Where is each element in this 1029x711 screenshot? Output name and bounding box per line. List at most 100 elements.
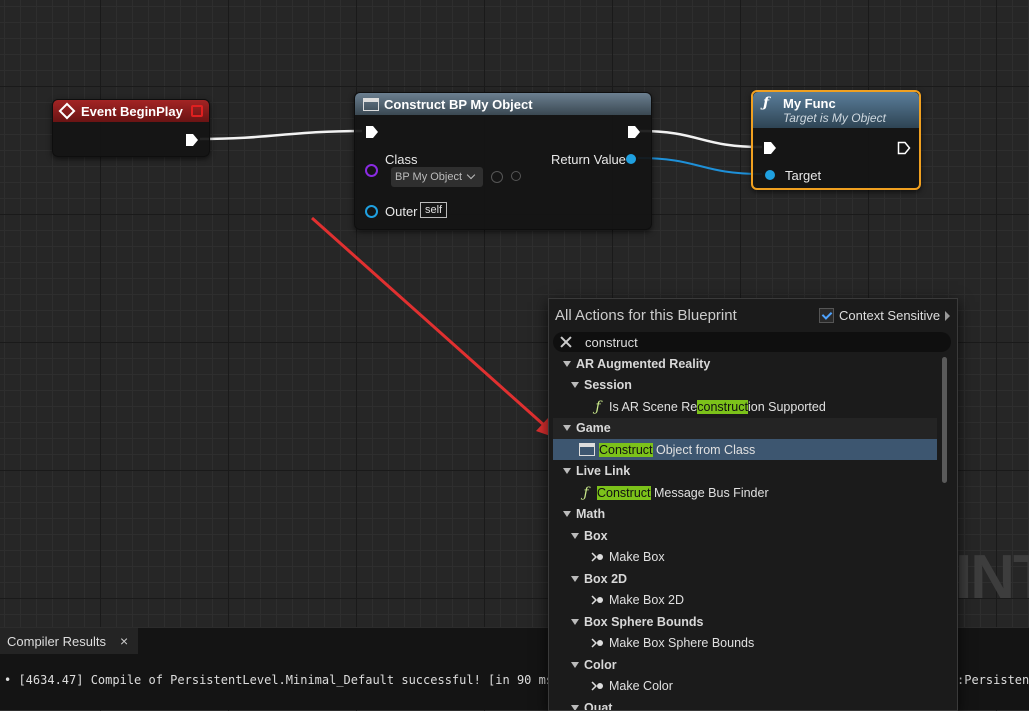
expand-triangle-icon[interactable]: [563, 511, 571, 517]
target-pin-label: Target: [785, 168, 821, 183]
category-label: Live Link: [576, 464, 630, 478]
exec-out-pin[interactable]: [897, 141, 911, 160]
bullet: •: [4, 673, 18, 687]
compiler-message: [4634.47] Compile of PersistentLevel.Min…: [18, 673, 560, 687]
outer-value-box[interactable]: self: [420, 202, 447, 218]
outer-pin-icon[interactable]: [365, 205, 378, 218]
context-sensitive-toggle[interactable]: Context Sensitive: [819, 308, 950, 323]
function-icon: ƒ: [579, 485, 593, 501]
class-icon: [363, 98, 379, 111]
expand-triangle-icon[interactable]: [571, 705, 579, 711]
action-label-pre: Make Box: [609, 550, 665, 564]
func-node-header: ƒ My Func Target is My Object: [753, 92, 919, 128]
object-wire: [638, 158, 762, 174]
action-label: Make Box 2D: [609, 593, 684, 607]
category-label: Session: [584, 378, 632, 392]
function-icon: ƒ: [763, 95, 769, 111]
expand-triangle-icon[interactable]: [571, 662, 579, 668]
action-row[interactable]: Make Box Sphere Bounds: [553, 633, 937, 654]
use-selected-icon[interactable]: [491, 171, 503, 183]
expand-triangle-icon[interactable]: [563, 361, 571, 367]
exec-wire-1: [200, 131, 362, 139]
compiler-message-tail: :Persistent: [957, 673, 1029, 687]
make-struct-icon: [591, 680, 605, 692]
make-struct-icon: [591, 637, 605, 649]
action-label: Construct Message Bus Finder: [597, 486, 769, 500]
category-row[interactable]: Box: [553, 525, 937, 546]
category-label: AR Augmented Reality: [576, 357, 710, 371]
class-pin-icon[interactable]: [365, 164, 378, 177]
scrollbar-thumb[interactable]: [942, 357, 947, 483]
chevron-right-icon: [945, 311, 950, 321]
construct-node-header: Construct BP My Object: [355, 93, 651, 115]
search-input[interactable]: construct: [585, 335, 638, 350]
make-struct-icon: [591, 551, 605, 563]
exec-in-pin[interactable]: [365, 125, 379, 144]
action-label-pre: Make Color: [609, 679, 673, 693]
expand-triangle-icon[interactable]: [571, 533, 579, 539]
exec-in-pin[interactable]: [763, 141, 777, 160]
annotation-arrow-line: [312, 218, 545, 426]
category-label: Box 2D: [584, 572, 627, 586]
class-dropdown[interactable]: BP My Object: [391, 167, 483, 187]
event-node-header: Event BeginPlay: [53, 100, 209, 122]
category-label: Color: [584, 658, 617, 672]
event-diamond-icon: [59, 103, 76, 120]
context-sensitive-label: Context Sensitive: [839, 308, 940, 323]
expand-triangle-icon[interactable]: [571, 382, 579, 388]
action-row[interactable]: Make Color: [553, 676, 937, 697]
close-icon[interactable]: ×: [120, 633, 128, 649]
action-label: Make Color: [609, 679, 673, 693]
action-label: Make Box Sphere Bounds: [609, 636, 754, 650]
target-pin[interactable]: [765, 170, 775, 180]
action-label-pre: Is AR Scene Re: [609, 400, 697, 414]
action-label-post: ion Supported: [748, 400, 826, 414]
func-node-subtitle: Target is My Object: [783, 111, 886, 125]
category-row[interactable]: AR Augmented Reality: [553, 353, 937, 374]
category-row[interactable]: Session: [553, 375, 937, 396]
category-row[interactable]: Color: [553, 654, 937, 675]
my-func-node[interactable]: ƒ My Func Target is My Object Target: [751, 90, 921, 190]
expand-triangle-icon[interactable]: [571, 576, 579, 582]
action-menu[interactable]: All Actions for this Blueprint Context S…: [548, 298, 958, 711]
category-row[interactable]: Math: [553, 504, 937, 525]
event-beginplay-node[interactable]: Event BeginPlay: [52, 99, 210, 157]
category-row[interactable]: Box 2D: [553, 568, 937, 589]
action-row[interactable]: Make Box 2D: [553, 590, 937, 611]
func-node-title: My Func: [783, 96, 836, 111]
expand-triangle-icon[interactable]: [571, 619, 579, 625]
action-label-post: Object from Class: [653, 443, 756, 457]
action-row[interactable]: ƒIs AR Scene Reconstruction Supported: [553, 396, 937, 417]
exec-out-pin[interactable]: [185, 133, 199, 152]
class-dropdown-value: BP My Object: [395, 171, 462, 183]
make-struct-icon: [591, 594, 605, 606]
category-row[interactable]: Box Sphere Bounds: [553, 611, 937, 632]
action-row[interactable]: Construct Object from Class: [553, 439, 937, 460]
action-list: AR Augmented RealitySessionƒIs AR Scene …: [549, 353, 957, 710]
compiler-message-row: • [4634.47] Compile of PersistentLevel.M…: [4, 673, 560, 687]
action-label-post: Message Bus Finder: [651, 486, 769, 500]
class-pin-label: Class: [385, 152, 418, 167]
delegate-pin-icon[interactable]: [191, 105, 203, 117]
category-row[interactable]: Live Link: [553, 461, 937, 482]
checkbox-checked-icon[interactable]: [819, 308, 834, 323]
action-label-pre: Make Box 2D: [609, 593, 684, 607]
category-row[interactable]: Game: [553, 418, 937, 439]
return-value-pin[interactable]: [626, 154, 636, 164]
clear-search-icon[interactable]: [559, 335, 573, 349]
expand-triangle-icon[interactable]: [563, 425, 571, 431]
action-label-pre: Make Box Sphere Bounds: [609, 636, 754, 650]
search-bar[interactable]: construct: [553, 332, 951, 352]
action-row[interactable]: Make Box: [553, 547, 937, 568]
category-label: Quat: [584, 701, 612, 711]
construct-object-node[interactable]: Construct BP My Object Class BP My Objec…: [354, 92, 652, 230]
action-menu-title: All Actions for this Blueprint: [555, 307, 737, 324]
expand-triangle-icon[interactable]: [563, 468, 571, 474]
browse-search-icon[interactable]: [511, 171, 521, 181]
compiler-tab[interactable]: Compiler Results ×: [0, 628, 138, 654]
compiler-tab-label: Compiler Results: [7, 634, 106, 649]
chevron-down-icon: [467, 171, 475, 179]
exec-out-pin[interactable]: [627, 125, 641, 144]
action-row[interactable]: ƒ Construct Message Bus Finder: [553, 482, 937, 503]
category-label: Box: [584, 529, 608, 543]
